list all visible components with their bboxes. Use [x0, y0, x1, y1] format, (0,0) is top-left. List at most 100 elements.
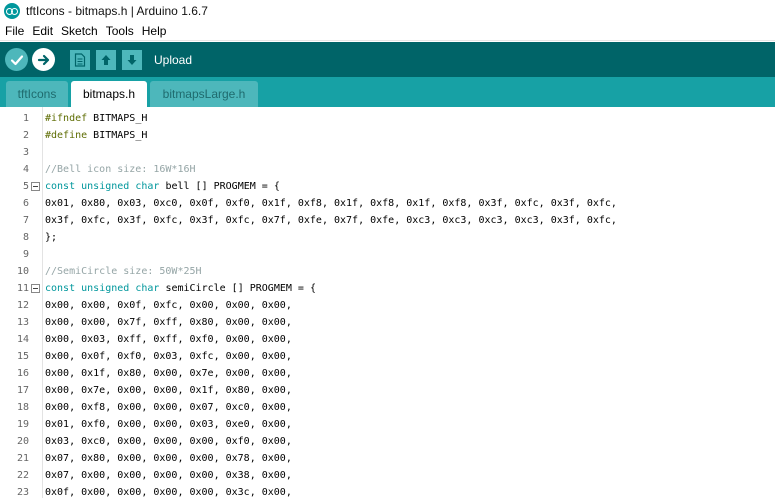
code-line: 3 — [0, 144, 775, 161]
code-line: 10 //SemiCircle size: 50W*25H — [0, 263, 775, 280]
code-text: 0x01, 0x80, 0x03, 0xc0, 0x0f, 0xf0, 0x1f… — [45, 195, 617, 212]
code-token: const — [45, 181, 76, 192]
code-text: 0x00, 0xf8, 0x00, 0x00, 0x07, 0xc0, 0x00… — [45, 399, 292, 416]
line-number: 3 — [22, 147, 29, 158]
line-number: 5 — [22, 181, 29, 192]
code-line: 5 const unsigned char bell [] PROGMEM = { — [0, 178, 775, 195]
verify-button[interactable] — [5, 48, 28, 71]
line-number: 15 — [16, 351, 29, 362]
toolbar-hover-label: Upload — [154, 52, 193, 67]
code-line: 4 //Bell icon size: 16W*16H — [0, 161, 775, 178]
code-token: 0x00, 0x1f, 0x80, 0x00, 0x7e, 0x00, 0x00… — [45, 368, 292, 379]
line-number: 10 — [16, 266, 29, 277]
code-text: 0x07, 0x00, 0x00, 0x00, 0x00, 0x38, 0x00… — [45, 467, 292, 484]
menu-file[interactable]: File — [4, 24, 25, 38]
code-token: #ifndef — [45, 113, 88, 124]
code-text: 0x00, 0x0f, 0xf0, 0x03, 0xfc, 0x00, 0x00… — [45, 348, 292, 365]
line-number: 8 — [22, 232, 29, 243]
code-text: 0x07, 0x80, 0x00, 0x00, 0x00, 0x78, 0x00… — [45, 450, 292, 467]
code-line: 19 0x01, 0xf0, 0x00, 0x00, 0x03, 0xe0, 0x… — [0, 416, 775, 433]
code-token: unsigned — [81, 283, 130, 294]
line-number: 18 — [16, 402, 29, 413]
code-token: char — [135, 181, 160, 192]
code-token: 0x00, 0x00, 0x0f, 0xfc, 0x00, 0x00, 0x00… — [45, 300, 292, 311]
code-editor[interactable]: 1 #ifndef BITMAPS_H 2 #define BITMAPS_H 3 4 //… — [0, 107, 775, 498]
menu-edit[interactable]: Edit — [31, 24, 54, 38]
code-text: 0x00, 0x00, 0x7f, 0xff, 0x80, 0x00, 0x00… — [45, 314, 292, 331]
code-text: }; — [45, 229, 57, 246]
tab-bitmapslarge-h[interactable]: bitmapsLarge.h — [150, 81, 258, 107]
code-line: 1 #ifndef BITMAPS_H — [0, 110, 775, 127]
code-text: 0x00, 0x03, 0xff, 0xff, 0xf0, 0x00, 0x00… — [45, 331, 292, 348]
new-sketch-button[interactable] — [70, 49, 90, 70]
checkmark-icon — [10, 54, 23, 65]
line-number: 12 — [16, 300, 29, 311]
save-button[interactable] — [122, 49, 142, 70]
code-token: 0x0f, 0x00, 0x00, 0x00, 0x00, 0x3c, 0x00… — [45, 487, 292, 498]
line-number: 6 — [22, 198, 29, 209]
toolbar: Upload — [0, 42, 775, 77]
code-line: 23 0x0f, 0x00, 0x00, 0x00, 0x00, 0x3c, 0x… — [0, 484, 775, 498]
code-line: 6 0x01, 0x80, 0x03, 0xc0, 0x0f, 0xf0, 0x1… — [0, 195, 775, 212]
code-token: 0x07, 0x00, 0x00, 0x00, 0x00, 0x38, 0x00… — [45, 470, 292, 481]
line-number: 4 — [22, 164, 29, 175]
line-number: 2 — [22, 130, 29, 141]
code-text: //SemiCircle size: 50W*25H — [45, 263, 202, 280]
code-line: 9 — [0, 246, 775, 263]
code-line: 17 0x00, 0x7e, 0x00, 0x00, 0x1f, 0x80, 0x… — [0, 382, 775, 399]
code-token: semiCircle [] PROGMEM = { — [159, 283, 316, 294]
fold-toggle-icon[interactable] — [31, 182, 40, 191]
code-line: 13 0x00, 0x00, 0x7f, 0xff, 0x80, 0x00, 0x… — [0, 314, 775, 331]
code-token: //SemiCircle size: 50W*25H — [45, 266, 202, 277]
line-number: 16 — [16, 368, 29, 379]
code-line: 20 0x03, 0xc0, 0x00, 0x00, 0x00, 0xf0, 0x… — [0, 433, 775, 450]
code-token: 0x00, 0x0f, 0xf0, 0x03, 0xfc, 0x00, 0x00… — [45, 351, 292, 362]
code-token: 0x3f, 0xfc, 0x3f, 0xfc, 0x3f, 0xfc, 0x7f… — [45, 215, 617, 226]
code-text: 0x0f, 0x00, 0x00, 0x00, 0x00, 0x3c, 0x00… — [45, 484, 292, 498]
line-number: 1 — [22, 113, 29, 124]
code-token: 0x00, 0x03, 0xff, 0xff, 0xf0, 0x00, 0x00… — [45, 334, 292, 345]
code-token: BITMAPS_H — [87, 113, 148, 124]
arrow-right-icon — [37, 54, 49, 65]
code-line: 2 #define BITMAPS_H — [0, 127, 775, 144]
code-token: //Bell icon size: 16W*16H — [45, 164, 196, 175]
line-number: 20 — [16, 436, 29, 447]
tab-tfticons[interactable]: tftIcons — [6, 81, 68, 107]
line-number: 14 — [16, 334, 29, 345]
code-text: const unsigned char bell [] PROGMEM = { — [45, 178, 280, 195]
code-text: 0x00, 0x7e, 0x00, 0x00, 0x1f, 0x80, 0x00… — [45, 382, 292, 399]
tab-strip: tftIcons bitmaps.h bitmapsLarge.h — [0, 77, 775, 107]
code-token: bell [] PROGMEM = { — [159, 181, 280, 192]
code-token: }; — [45, 232, 58, 243]
code-line: 7 0x3f, 0xfc, 0x3f, 0xfc, 0x3f, 0xfc, 0x7… — [0, 212, 775, 229]
line-number: 9 — [22, 249, 29, 260]
line-number: 11 — [16, 283, 29, 294]
code-line: 15 0x00, 0x0f, 0xf0, 0x03, 0xfc, 0x00, 0x… — [0, 348, 775, 365]
arrow-up-icon — [101, 54, 111, 65]
code-token: unsigned — [81, 181, 130, 192]
tab-bitmaps-h[interactable]: bitmaps.h — [71, 81, 147, 107]
code-token: 0x00, 0x7e, 0x00, 0x00, 0x1f, 0x80, 0x00… — [45, 385, 292, 396]
menu-tools[interactable]: Tools — [105, 24, 135, 38]
code-line: 16 0x00, 0x1f, 0x80, 0x00, 0x7e, 0x00, 0x… — [0, 365, 775, 382]
code-line: 18 0x00, 0xf8, 0x00, 0x00, 0x07, 0xc0, 0x… — [0, 399, 775, 416]
code-text: 0x3f, 0xfc, 0x3f, 0xfc, 0x3f, 0xfc, 0x7f… — [45, 212, 617, 229]
code-line: 12 0x00, 0x00, 0x0f, 0xfc, 0x00, 0x00, 0x… — [0, 297, 775, 314]
title-bar: tftIcons - bitmaps.h | Arduino 1.6.7 — [0, 0, 775, 22]
line-number: 22 — [16, 470, 29, 481]
menu-sketch[interactable]: Sketch — [60, 24, 99, 38]
code-text: #ifndef BITMAPS_H — [45, 110, 147, 127]
code-token: 0x00, 0x00, 0x7f, 0xff, 0x80, 0x00, 0x00… — [45, 317, 292, 328]
upload-button[interactable] — [32, 48, 55, 71]
menu-help[interactable]: Help — [141, 24, 168, 38]
code-token: 0x01, 0xf0, 0x00, 0x00, 0x03, 0xe0, 0x00… — [45, 419, 292, 430]
line-number: 13 — [16, 317, 29, 328]
open-button[interactable] — [96, 49, 116, 70]
line-number: 7 — [22, 215, 29, 226]
code-line: 14 0x00, 0x03, 0xff, 0xff, 0xf0, 0x00, 0x… — [0, 331, 775, 348]
code-line: 21 0x07, 0x80, 0x00, 0x00, 0x00, 0x78, 0x… — [0, 450, 775, 467]
code-text: 0x00, 0x00, 0x0f, 0xfc, 0x00, 0x00, 0x00… — [45, 297, 292, 314]
line-number: 23 — [16, 487, 29, 498]
menu-bar: File Edit Sketch Tools Help — [0, 22, 775, 41]
fold-toggle-icon[interactable] — [31, 284, 40, 293]
